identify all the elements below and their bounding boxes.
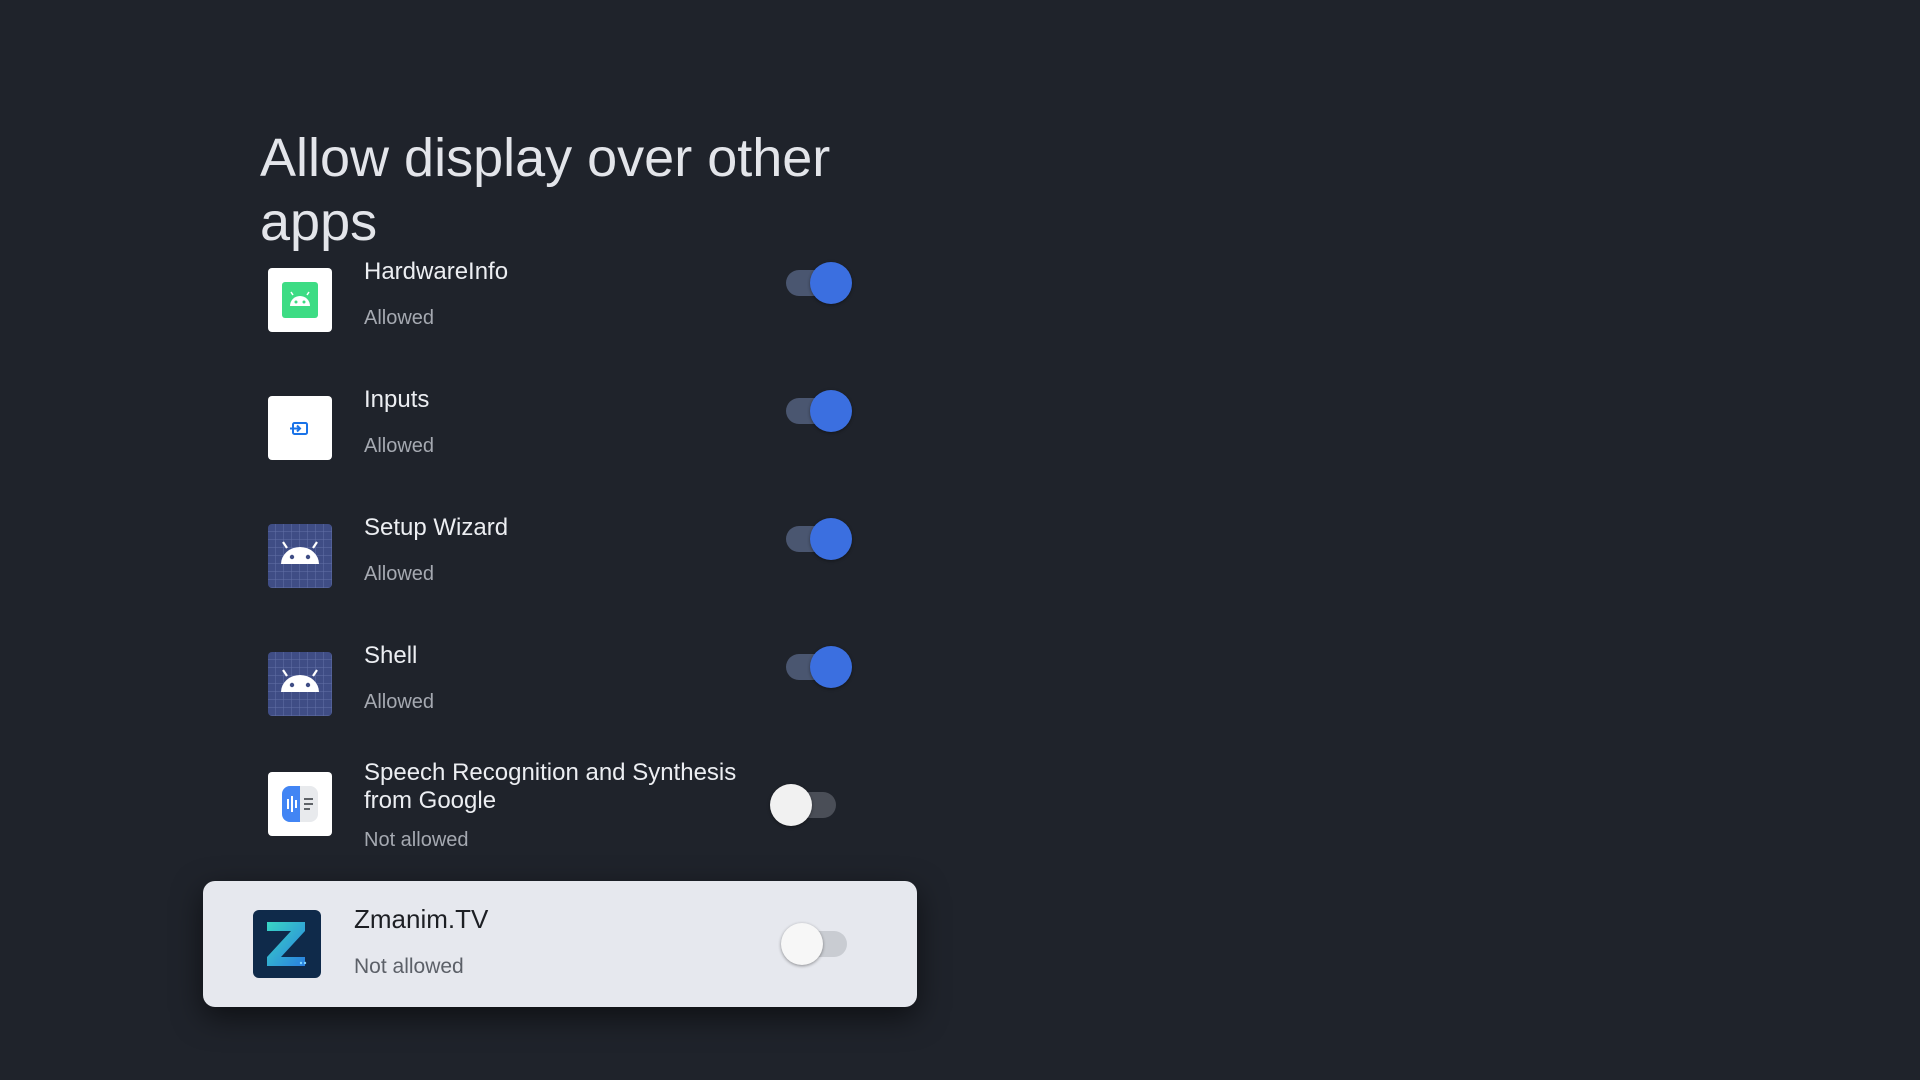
app-status: Not allowed <box>364 829 469 851</box>
app-status: Not allowed <box>354 955 464 978</box>
permission-toggle[interactable] <box>784 386 854 434</box>
app-name: Zmanim.TV <box>354 904 489 934</box>
toggle-thumb <box>810 518 852 560</box>
inputs-icon <box>268 396 332 460</box>
android-robot-icon <box>268 652 332 716</box>
list-item-shell[interactable]: Shell Allowed <box>260 632 860 742</box>
list-item-speech-recognition[interactable]: Speech Recognition and Synthesis from Go… <box>260 756 860 866</box>
app-name: Setup Wizard <box>364 514 509 541</box>
toggle-thumb <box>781 923 823 965</box>
app-name: Inputs <box>364 386 430 413</box>
app-status: Allowed <box>364 307 435 329</box>
toggle-thumb <box>810 390 852 432</box>
app-list: HardwareInfo Allowed Inputs Allowed Setu… <box>0 0 1920 1080</box>
app-status: Allowed <box>364 691 435 713</box>
permission-toggle[interactable] <box>784 642 854 690</box>
zmanim-logo-icon <box>253 910 321 978</box>
app-status: Allowed <box>364 563 435 585</box>
settings-panel: Allow display over other apps HardwareIn… <box>0 0 1920 1080</box>
app-name: Speech Recognition and Synthesis from Go… <box>364 759 737 814</box>
permission-toggle[interactable] <box>770 780 840 828</box>
list-item-zmanim-tv[interactable]: Zmanim.TV Not allowed <box>203 881 917 1007</box>
list-item-setup-wizard[interactable]: Setup Wizard Allowed <box>260 504 860 614</box>
hardwareinfo-android-icon <box>268 268 332 332</box>
app-name: Shell <box>364 642 418 669</box>
app-name: HardwareInfo <box>364 258 509 285</box>
toggle-thumb <box>770 784 812 826</box>
toggle-thumb <box>810 262 852 304</box>
permission-toggle[interactable] <box>784 258 854 306</box>
toggle-thumb <box>810 646 852 688</box>
speech-recognition-icon <box>268 772 332 836</box>
permission-toggle[interactable] <box>781 919 851 967</box>
app-status: Allowed <box>364 435 435 457</box>
list-item-inputs[interactable]: Inputs Allowed <box>260 376 860 486</box>
list-item-hardwareinfo[interactable]: HardwareInfo Allowed <box>260 248 860 358</box>
android-robot-icon <box>268 524 332 588</box>
permission-toggle[interactable] <box>784 514 854 562</box>
